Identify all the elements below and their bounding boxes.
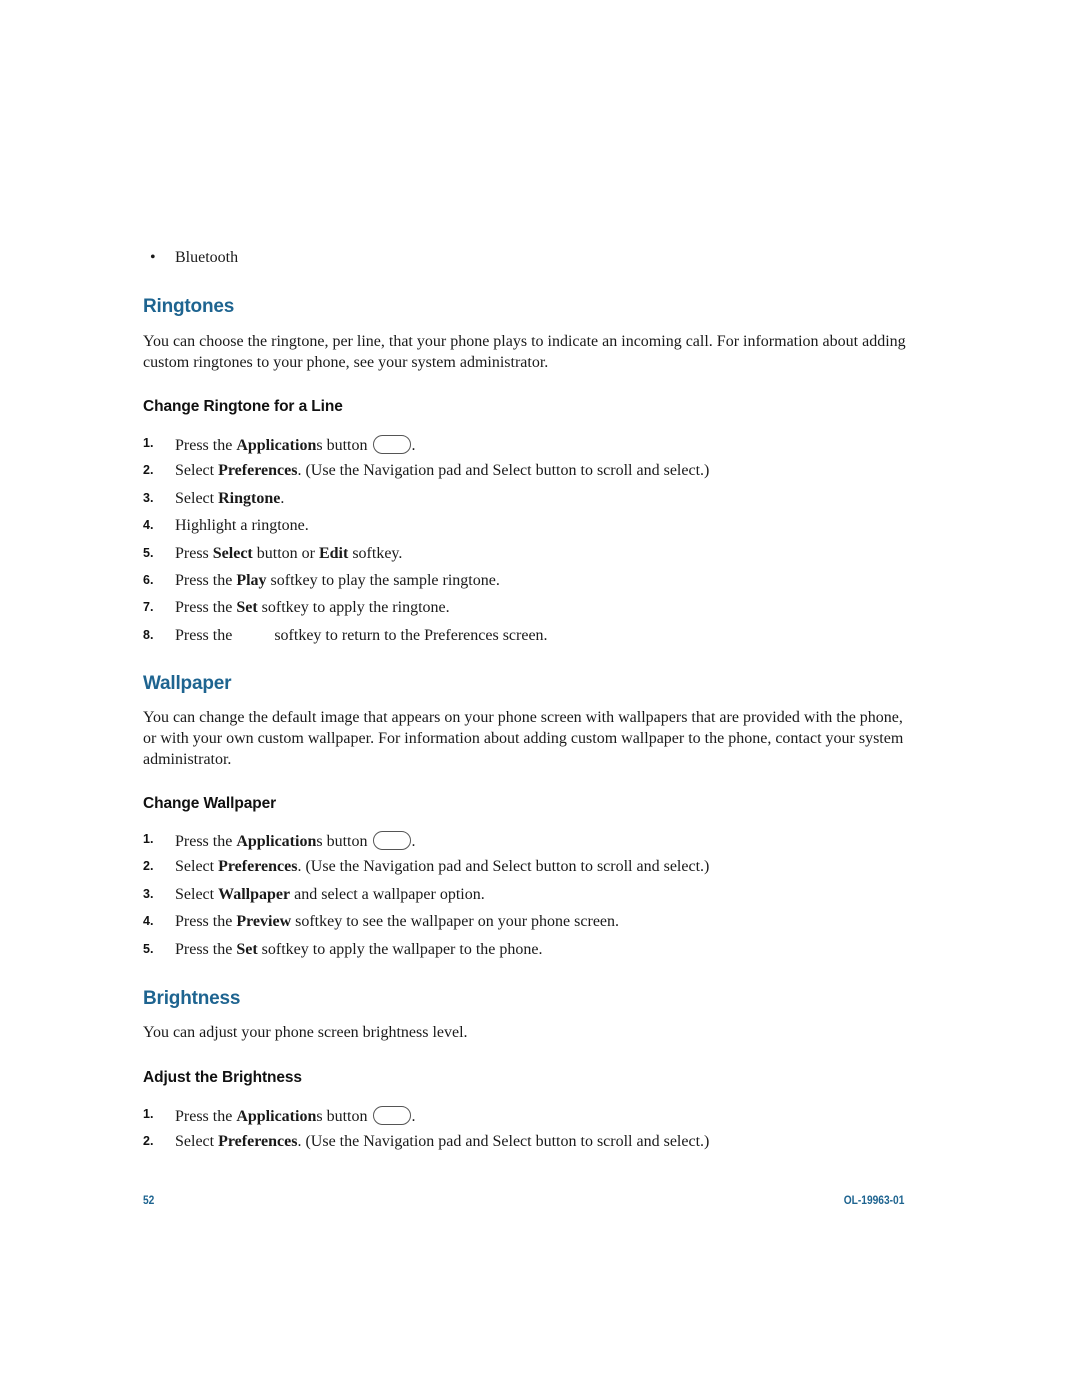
section-intro-brightness: You can adjust your phone screen brightn… — [143, 1024, 468, 1041]
step-item: 8. Press the softkey to return to the Pref… — [143, 627, 923, 654]
document-id: OL-19963-01 — [843, 1193, 904, 1207]
step-item: 5. Press Select button or Edit softkey. — [143, 545, 923, 572]
step-emphasis: Edit — [318, 544, 349, 562]
step-emphasis: Application — [236, 833, 317, 850]
step-emphasis: Preferences — [218, 1133, 298, 1151]
subheading-change-wallpaper: Change Wallpaper — [143, 795, 277, 812]
step-number: 2. — [143, 1134, 154, 1149]
step-number: 3. — [143, 490, 154, 505]
section-intro-ringtones: You can choose the ringtone, per line, t… — [143, 333, 906, 371]
step-item: 4. Press the Preview softkey to see the w… — [143, 913, 923, 940]
step-number: 5. — [143, 545, 154, 560]
step-item: 3. Select Wallpaper and select a wallpape… — [143, 886, 923, 913]
bullet-item: • Bluetooth — [150, 249, 238, 267]
step-emphasis: Play — [236, 571, 267, 589]
steps-brightness: 1. Press the Applications button. 2. Select… — [143, 1106, 923, 1161]
section-title-wallpaper: Wallpaper — [143, 673, 232, 694]
step-text: Press the softkey to return to the Prefer… — [175, 626, 548, 644]
step-number: 1. — [143, 436, 154, 450]
applications-button-icon — [373, 1106, 412, 1125]
step-item: 1. Press the Applications button. — [143, 1106, 923, 1133]
subheading-change-ringtone: Change Ringtone for a Line — [143, 398, 343, 415]
steps-ringtones: 1. Press the Applications button. 2. Select… — [143, 435, 923, 654]
step-number: 6. — [143, 572, 154, 587]
step-item: 7. Press the Set softkey to apply the rin… — [143, 599, 923, 626]
step-number: 1. — [143, 1107, 154, 1121]
step-item: 4. Highlight a ringtone. — [143, 517, 923, 544]
step-emphasis: Preview — [236, 913, 292, 931]
step-emphasis: Select — [212, 544, 253, 562]
step-item: 6. Press the Play softkey to play the sam… — [143, 572, 923, 599]
step-emphasis: Ringtone — [218, 489, 281, 507]
step-number: 5. — [143, 941, 154, 956]
section-title-ringtones: Ringtones — [143, 296, 235, 317]
step-text: Select Preferences. (Use the Navigation … — [175, 1133, 710, 1151]
step-number: 7. — [143, 600, 154, 615]
step-emphasis: Application — [236, 437, 317, 454]
step-item: 2. Select Preferences. (Use the Navigatio… — [143, 1133, 923, 1160]
step-number: 4. — [143, 914, 154, 929]
step-number: 3. — [143, 886, 154, 901]
step-text: Highlight a ringtone. — [175, 517, 309, 535]
subheading-adjust-brightness: Adjust the Brightness — [143, 1069, 302, 1086]
section-intro-wallpaper: You can change the default image that ap… — [143, 709, 904, 768]
step-emphasis: Set — [236, 940, 258, 958]
step-text: Press the Applications button. — [175, 435, 416, 454]
step-emphasis: Preferences — [218, 858, 298, 876]
steps-wallpaper: 1. Press the Applications button. 2. Select… — [143, 831, 923, 968]
step-text: Press the Set softkey to apply the ringt… — [175, 599, 450, 617]
step-text: Press the Applications button. — [175, 831, 416, 850]
step-item: 1. Press the Applications button. — [143, 831, 923, 858]
step-number: 8. — [143, 627, 154, 642]
step-text: Press the Play softkey to play the sampl… — [175, 571, 500, 589]
step-text: Select Ringtone. — [175, 489, 285, 507]
step-text: Press Select button or Edit softkey. — [175, 544, 403, 562]
step-item: 1. Press the Applications button. — [143, 435, 923, 462]
step-emphasis: Set — [236, 599, 258, 617]
step-text: Press the Preview softkey to see the wal… — [175, 913, 620, 931]
step-number: 2. — [143, 463, 154, 478]
step-item: 5. Press the Set softkey to apply the wal… — [143, 941, 923, 968]
applications-button-icon — [373, 831, 412, 850]
step-number: 2. — [143, 859, 154, 874]
step-text: Press the Applications button. — [175, 1106, 416, 1125]
step-emphasis: Preferences — [218, 462, 298, 480]
step-text: Select Preferences. (Use the Navigation … — [175, 858, 710, 876]
step-emphasis: Application — [236, 1108, 317, 1125]
step-number: 1. — [143, 832, 154, 846]
section-title-brightness: Brightness — [143, 988, 241, 1009]
step-text: Select Wallpaper and select a wallpaper … — [175, 885, 485, 903]
step-emphasis: Wallpaper — [218, 885, 291, 903]
step-text: Press the Set softkey to apply the wallp… — [175, 940, 543, 958]
step-item: 3. Select Ringtone. — [143, 490, 923, 517]
step-number: 4. — [143, 518, 154, 533]
step-item: 2. Select Preferences. (Use the Navigatio… — [143, 858, 923, 885]
applications-button-icon — [373, 435, 412, 454]
step-item: 2. Select Preferences. (Use the Navigatio… — [143, 462, 923, 489]
step-text: Select Preferences. (Use the Navigation … — [175, 462, 710, 480]
bullet-text: Bluetooth — [175, 249, 239, 266]
document-page: • Bluetooth Ringtones You can choose the … — [0, 0, 1080, 1397]
page-number: 52 — [143, 1193, 155, 1207]
bullet-icon: • — [150, 249, 156, 266]
